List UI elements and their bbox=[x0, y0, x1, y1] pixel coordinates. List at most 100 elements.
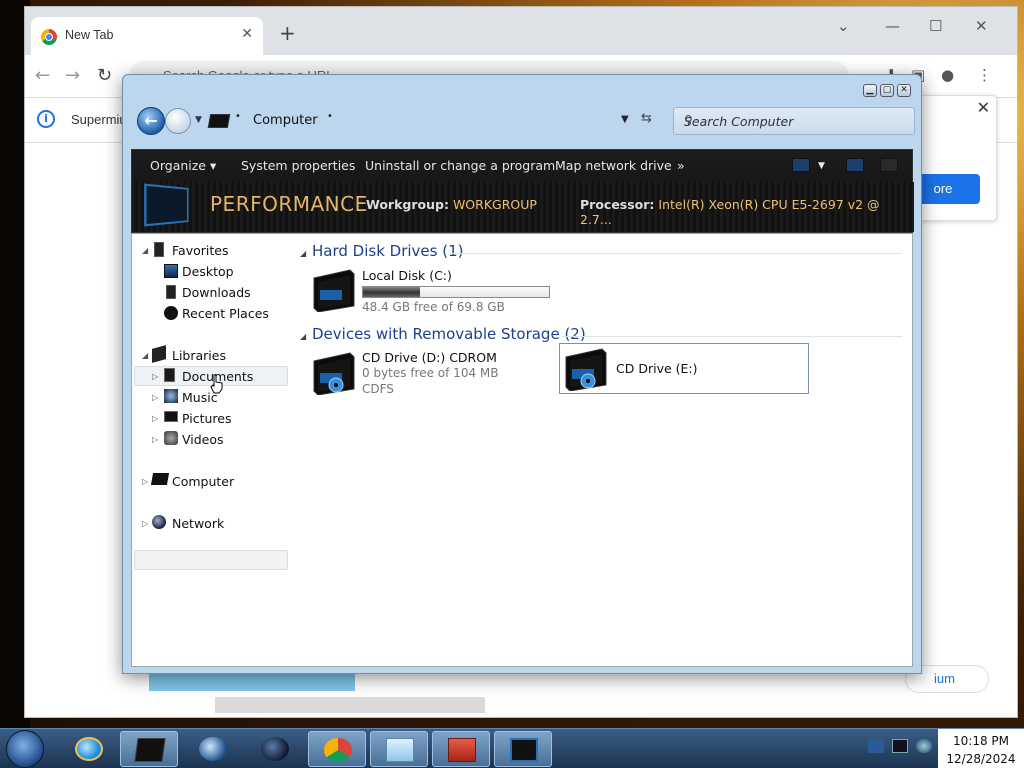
refresh-icon[interactable]: ⇆ bbox=[641, 111, 652, 126]
computer-icon bbox=[150, 473, 170, 485]
clock[interactable]: 10:18 PM 12/28/2024 bbox=[938, 729, 1024, 768]
drive-e[interactable]: CD Drive (E:) bbox=[559, 343, 809, 394]
drive-c-usage-fill bbox=[363, 287, 421, 297]
group-divider bbox=[562, 336, 902, 337]
collapse-removable-group-icon[interactable]: ◢ bbox=[300, 332, 306, 341]
nav-favorites[interactable]: Favorites bbox=[172, 243, 228, 258]
breadcrumb-computer[interactable]: Computer bbox=[253, 113, 318, 128]
search-icon[interactable]: ⚲ bbox=[684, 113, 906, 127]
forward-icon[interactable]: → bbox=[65, 65, 80, 86]
expand-documents-icon[interactable]: ▷ bbox=[152, 372, 158, 381]
explorer-body: ◢ Favorites Desktop Downloads Recent Pla… bbox=[131, 233, 913, 667]
nav-pictures[interactable]: Pictures bbox=[182, 411, 232, 426]
page-strip-gray bbox=[215, 697, 485, 713]
close-button[interactable]: ✕ bbox=[897, 84, 911, 97]
change-view-icon[interactable] bbox=[792, 158, 810, 172]
chrome-icon bbox=[41, 29, 57, 45]
taskbar-globe[interactable] bbox=[246, 731, 304, 767]
close-popup-icon[interactable]: ✕ bbox=[977, 98, 990, 117]
info-bar-text: Supermiu bbox=[71, 112, 127, 127]
drive-c-free-space: 48.4 GB free of 69.8 GB bbox=[362, 300, 505, 314]
expand-music-icon[interactable]: ▷ bbox=[152, 393, 158, 402]
nav-libraries[interactable]: Libraries bbox=[172, 348, 226, 363]
collapse-favorites-icon[interactable]: ◢ bbox=[142, 246, 148, 255]
taskbar-computer-management[interactable] bbox=[494, 731, 552, 767]
tab-search-chevron-icon[interactable]: ⌄ bbox=[837, 17, 850, 35]
desktop-icon bbox=[164, 264, 178, 278]
profile-icon[interactable]: ● bbox=[941, 66, 954, 84]
history-dropdown-icon[interactable]: ▼ bbox=[195, 115, 202, 125]
taskbar-toolbox[interactable] bbox=[432, 731, 490, 767]
maximize-button[interactable]: ▢ bbox=[880, 84, 894, 97]
collapse-libraries-icon[interactable]: ◢ bbox=[142, 351, 148, 360]
explorer-window: ▁ ▢ ✕ ← ▼ • Computer • ▼ ⇆ Search Comput… bbox=[122, 74, 922, 674]
nav-videos[interactable]: Videos bbox=[182, 432, 224, 447]
taskbar-explorer[interactable] bbox=[120, 731, 178, 767]
notepad-icon bbox=[386, 738, 414, 762]
start-button[interactable] bbox=[6, 730, 44, 768]
nav-recent-places[interactable]: Recent Places bbox=[182, 306, 269, 321]
tab-title: New Tab bbox=[65, 28, 114, 42]
close-window-button[interactable]: ✕ bbox=[975, 17, 988, 35]
chrome-icon bbox=[324, 738, 352, 762]
network-icon bbox=[152, 515, 166, 529]
reload-icon[interactable]: ↻ bbox=[97, 65, 112, 86]
crumb-separator[interactable]: • bbox=[235, 111, 241, 122]
expand-pictures-icon[interactable]: ▷ bbox=[152, 414, 158, 423]
command-bar: Organize ▾ System properties Uninstall o… bbox=[131, 149, 914, 233]
nav-downloads[interactable]: Downloads bbox=[182, 285, 251, 300]
system-properties-button[interactable]: System properties bbox=[241, 158, 355, 173]
minimize-button[interactable]: ▁ bbox=[863, 84, 877, 97]
clock-time: 10:18 PM bbox=[953, 734, 1009, 748]
back-button[interactable]: ← bbox=[137, 107, 165, 135]
expand-network-icon[interactable]: ▷ bbox=[142, 519, 148, 528]
recent-places-icon bbox=[164, 306, 178, 320]
shield-tray-icon[interactable] bbox=[868, 739, 884, 753]
preview-pane-icon[interactable] bbox=[846, 158, 864, 172]
selected-computer bbox=[134, 550, 288, 570]
toolbox-icon bbox=[448, 738, 476, 762]
taskbar: 10:18 PM 12/28/2024 bbox=[0, 728, 1024, 768]
tab-strip: New Tab ✕ + ⌄ — ☐ ✕ bbox=[25, 7, 1017, 55]
search-input[interactable]: Search Computer ⚲ bbox=[673, 107, 915, 135]
view-dropdown-icon[interactable]: ▼ bbox=[818, 161, 825, 171]
address-dropdown-icon[interactable]: ▼ bbox=[621, 114, 629, 125]
back-icon[interactable]: ← bbox=[35, 65, 50, 86]
new-tab-button[interactable]: + bbox=[279, 21, 296, 45]
drive-e-name: CD Drive (E:) bbox=[616, 361, 698, 376]
uninstall-program-button[interactable]: Uninstall or change a program bbox=[365, 158, 555, 173]
internet-explorer-icon bbox=[75, 737, 103, 761]
expand-computer-icon[interactable]: ▷ bbox=[142, 477, 148, 486]
taskbar-media-player[interactable] bbox=[184, 731, 242, 767]
computer-crumb-icon bbox=[207, 114, 231, 128]
minimize-button[interactable]: — bbox=[885, 17, 900, 35]
network-tray-icon[interactable] bbox=[892, 739, 908, 753]
taskbar-chrome[interactable] bbox=[308, 731, 366, 767]
maximize-button[interactable]: ☐ bbox=[929, 17, 942, 35]
map-network-drive-button[interactable]: Map network drive bbox=[555, 158, 672, 173]
tab-new-tab[interactable]: New Tab ✕ bbox=[31, 17, 263, 55]
favorites-star-icon bbox=[154, 242, 164, 257]
help-icon[interactable] bbox=[880, 158, 898, 172]
pictures-icon bbox=[164, 411, 178, 422]
close-tab-icon[interactable]: ✕ bbox=[241, 26, 253, 42]
processor-info: Processor: Intel(R) Xeon(R) CPU E5-2697 … bbox=[580, 197, 880, 227]
page-strip bbox=[149, 671, 355, 691]
drive-c-usage-bar bbox=[362, 286, 550, 298]
libraries-icon bbox=[152, 345, 166, 363]
taskbar-internet-explorer[interactable] bbox=[60, 731, 118, 767]
organize-menu[interactable]: Organize ▾ bbox=[150, 158, 216, 173]
nav-network[interactable]: Network bbox=[172, 516, 224, 531]
volume-tray-icon[interactable] bbox=[916, 739, 932, 753]
group-header-removable[interactable]: Devices with Removable Storage (2) bbox=[312, 325, 586, 343]
more-commands-button[interactable]: » bbox=[677, 158, 685, 173]
taskbar-notepad[interactable] bbox=[370, 731, 428, 767]
menu-icon[interactable]: ⋮ bbox=[977, 66, 992, 84]
nav-desktop[interactable]: Desktop bbox=[182, 264, 234, 279]
forward-button[interactable] bbox=[165, 108, 191, 134]
group-header-hdd[interactable]: Hard Disk Drives (1) bbox=[312, 242, 463, 260]
collapse-hdd-group-icon[interactable]: ◢ bbox=[300, 249, 306, 258]
nav-computer[interactable]: Computer bbox=[172, 474, 234, 489]
expand-videos-icon[interactable]: ▷ bbox=[152, 435, 158, 444]
crumb-separator[interactable]: • bbox=[327, 111, 333, 122]
